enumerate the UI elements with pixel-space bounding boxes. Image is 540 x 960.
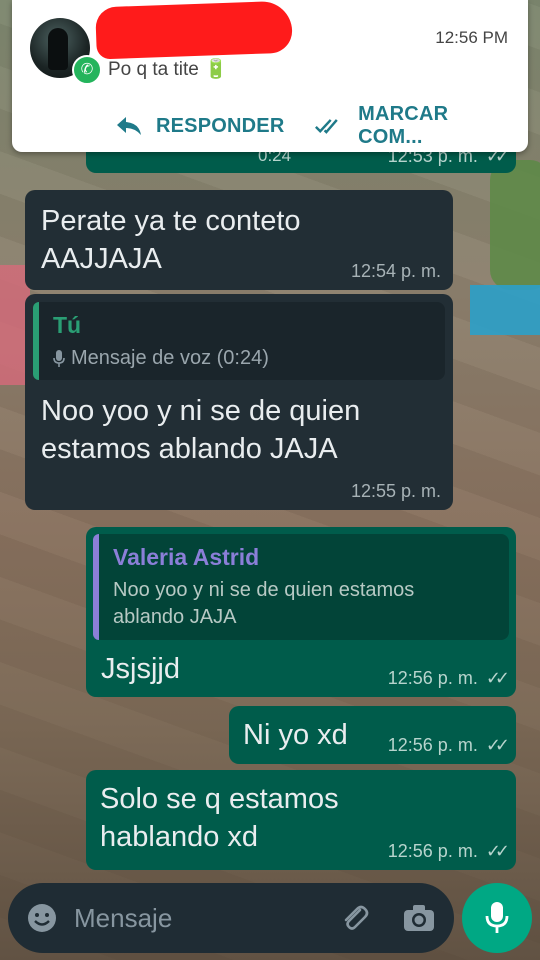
message-time: 12:54 p. m.: [350, 261, 441, 281]
notification-message: Po q ta tite 🔋: [108, 59, 228, 80]
attach-icon[interactable]: [338, 901, 372, 935]
quote-text: Mensaje de voz (0:24): [71, 347, 269, 369]
outgoing-message[interactable]: Ni yo xd 12:56 p. m. ✓✓: [229, 706, 516, 764]
mark-read-label: MARCAR COM...: [358, 103, 449, 148]
notification-actions: RESPONDER MARCAR COM...: [116, 103, 528, 149]
message-time: 12:56 p. m.: [387, 841, 478, 861]
message-line: Solo se q estamos: [100, 783, 339, 815]
double-check-icon: ✓✓: [485, 735, 510, 755]
quoted-message[interactable]: Valeria Astrid Noo yoo y ni se de quien …: [93, 534, 509, 640]
message-time: 12:56 p. m.: [387, 668, 478, 688]
incoming-message[interactable]: Perate ya te conteto AAJJAJA 12:54 p. m.: [25, 190, 453, 290]
message-meta: 12:56 p. m. ✓✓: [387, 668, 510, 689]
double-check-icon: ✓✓: [485, 668, 510, 688]
message-time: 12:56 p. m.: [387, 735, 478, 755]
quote-line: Noo yoo y ni se de quien estamos: [113, 579, 415, 601]
message-line: Perate ya te conteto: [41, 205, 301, 237]
message-notification[interactable]: ✆ 12:56 PM Po q ta tite 🔋 RESPONDER MARC…: [12, 0, 528, 152]
reply-icon: [117, 117, 141, 135]
notification-time: 12:56 PM: [435, 28, 508, 47]
quote-author: Tú: [53, 312, 82, 338]
message-line: Noo yoo y ni se de quien: [41, 395, 361, 427]
outgoing-message-with-reply[interactable]: Valeria Astrid Noo yoo y ni se de quien …: [86, 527, 516, 697]
double-check-icon: ✓✓: [485, 841, 510, 861]
mark-read-button[interactable]: MARCAR COM...: [314, 103, 499, 149]
outgoing-message[interactable]: Solo se q estamos hablando xd 12:56 p. m…: [86, 770, 516, 870]
incoming-message-with-reply[interactable]: Tú Mensaje de voz (0:24) Noo yoo y ni se…: [25, 294, 453, 510]
message-line: estamos ablando JAJA: [41, 433, 338, 465]
quoted-message[interactable]: Tú Mensaje de voz (0:24): [33, 302, 445, 380]
message-meta: 12:54 p. m.: [351, 261, 441, 282]
camera-icon[interactable]: [402, 903, 436, 933]
redacted-contact-name: [95, 0, 293, 60]
whatsapp-icon: ✆: [72, 55, 102, 85]
message-input[interactable]: Mensaje: [74, 903, 172, 934]
emoji-icon[interactable]: [26, 902, 58, 934]
message-meta: 12:55 p. m.: [351, 481, 441, 502]
double-check-icon: [314, 119, 338, 134]
quote-text: Noo yoo y ni se de quien estamos ablando…: [113, 577, 497, 631]
quote-body: Mensaje de voz (0:24): [53, 347, 433, 370]
quote-line: ablando JAJA: [113, 606, 237, 628]
reply-label: RESPONDER: [156, 114, 285, 137]
message-meta: 12:56 p. m. ✓✓: [387, 735, 510, 756]
wallpaper-awning: [470, 285, 540, 335]
wallpaper-tree: [490, 160, 540, 290]
message-meta: 12:56 p. m. ✓✓: [387, 841, 510, 862]
mic-icon: [53, 349, 65, 367]
quote-author: Valeria Astrid: [113, 544, 260, 570]
message-time: 12:55 p. m.: [350, 481, 441, 501]
mic-icon: [485, 902, 509, 933]
reply-button[interactable]: RESPONDER: [116, 115, 285, 138]
message-text: Noo yoo y ni se de quien estamos ablando…: [33, 380, 445, 468]
voice-record-button[interactable]: [462, 883, 532, 953]
message-compose-bar[interactable]: Mensaje: [8, 883, 454, 953]
